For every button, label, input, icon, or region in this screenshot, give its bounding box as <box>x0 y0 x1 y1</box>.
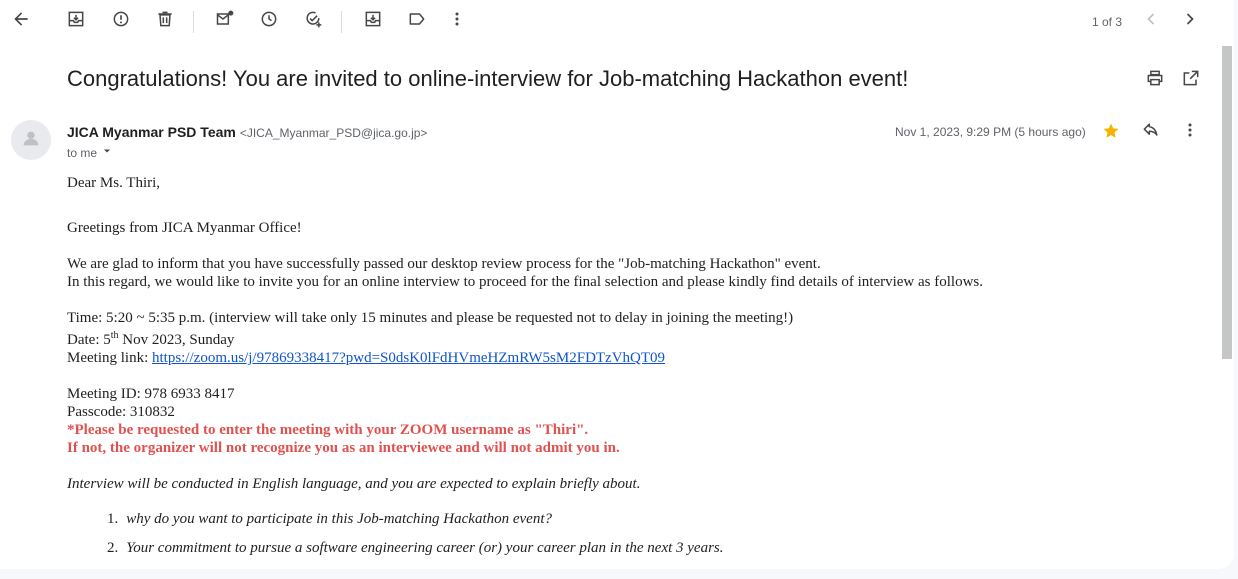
label-button[interactable] <box>399 3 435 39</box>
open-in-new-window-button[interactable] <box>1179 68 1203 92</box>
back-arrow-icon <box>11 9 31 34</box>
time-line: Time: 5:20 ~ 5:35 p.m. (interview will t… <box>67 310 794 326</box>
list-item-number: 2. <box>107 540 119 556</box>
reply-icon <box>1141 120 1161 145</box>
message-more-button[interactable] <box>1178 120 1202 144</box>
delete-button[interactable] <box>147 3 183 39</box>
snooze-icon <box>259 9 279 34</box>
date-suffix: Nov 2023, Sunday <box>118 332 235 348</box>
archive-icon <box>66 9 86 34</box>
avatar-person-icon <box>20 127 42 154</box>
date-sup: th <box>110 330 119 341</box>
mark-unread-icon <box>215 9 235 34</box>
date-prefix: Date: 5 <box>67 332 111 348</box>
report-spam-button[interactable] <box>103 3 139 39</box>
add-task-icon <box>303 9 323 34</box>
sender[interactable]: JICA Myanmar PSD Team <JICA_Myanmar_PSD@j… <box>67 124 427 140</box>
greeting: Dear Ms. Thiri, <box>67 175 161 191</box>
print-icon <box>1145 68 1165 93</box>
pagination-count: 1 of 3 <box>1092 15 1123 29</box>
delete-icon <box>155 9 175 34</box>
greetings-line: Greetings from JICA Myanmar Office! <box>67 220 302 236</box>
star-button[interactable] <box>1099 121 1123 145</box>
interview-note: Interview will be conducted in English l… <box>67 476 641 492</box>
passcode: Passcode: 310832 <box>67 404 175 420</box>
snooze-button[interactable] <box>251 3 287 39</box>
more-vert-icon <box>1180 120 1200 145</box>
move-to-button[interactable] <box>355 3 391 39</box>
chevron-left-icon <box>1141 9 1161 34</box>
list-item: 2. Your commitment to pursue a software e… <box>107 540 724 557</box>
warning-line-1: *Please be requested to enter the meetin… <box>67 422 589 438</box>
list-item-text: Your commitment to pursue a software eng… <box>126 540 724 556</box>
more-actions-button[interactable] <box>439 3 475 39</box>
regard-line: In this regard, we would like to invite … <box>67 274 983 290</box>
sender-email: <JICA_Myanmar_PSD@jica.go.jp> <box>239 126 428 140</box>
list-item: 1. why do you want to participate in this… <box>107 511 552 528</box>
archive-button[interactable] <box>58 3 94 39</box>
recipient-details-toggle[interactable]: to me <box>67 145 113 160</box>
meeting-id: Meeting ID: 978 6933 8417 <box>67 386 235 402</box>
star-icon <box>1101 121 1121 146</box>
email-view-panel: 1 of 3 Congratulations! You are invited … <box>0 0 1234 569</box>
scrollbar-thumb[interactable] <box>1222 46 1232 359</box>
meeting-link-line: Meeting link: https://zoom.us/j/97869338… <box>67 349 665 367</box>
email-subject: Congratulations! You are invited to onli… <box>67 66 909 91</box>
report-spam-icon <box>111 9 131 34</box>
email-toolbar: 1 of 3 <box>0 0 1234 46</box>
warning-line-2: If not, the organizer will not recognize… <box>67 440 620 456</box>
label-icon <box>407 9 427 34</box>
move-to-icon <box>363 9 383 34</box>
older-button[interactable] <box>1172 3 1208 39</box>
back-button[interactable] <box>3 3 39 39</box>
list-item-number: 1. <box>107 511 119 527</box>
newer-button[interactable] <box>1133 3 1169 39</box>
reply-button[interactable] <box>1139 120 1163 144</box>
more-vert-icon <box>447 9 467 34</box>
meeting-link-label: Meeting link: <box>67 350 152 366</box>
caret-down-icon <box>101 145 113 160</box>
chevron-right-icon <box>1180 9 1200 34</box>
avatar[interactable] <box>11 120 51 160</box>
glad-line: We are glad to inform that you have succ… <box>67 256 821 272</box>
list-item-text: why do you want to participate in this J… <box>126 511 553 527</box>
sender-name: JICA Myanmar PSD Team <box>67 124 236 140</box>
email-date: Nov 1, 2023, 9:29 PM (5 hours ago) <box>895 125 1086 139</box>
print-button[interactable] <box>1143 68 1167 92</box>
recipient-label: to me <box>67 145 98 160</box>
date-line: Date: 5th Nov 2023, Sunday <box>67 327 234 349</box>
mark-unread-button[interactable] <box>207 3 243 39</box>
open-new-window-icon <box>1181 68 1201 93</box>
add-task-button[interactable] <box>295 3 331 39</box>
meeting-link[interactable]: https://zoom.us/j/97869338417?pwd=S0dsK0… <box>152 350 665 366</box>
